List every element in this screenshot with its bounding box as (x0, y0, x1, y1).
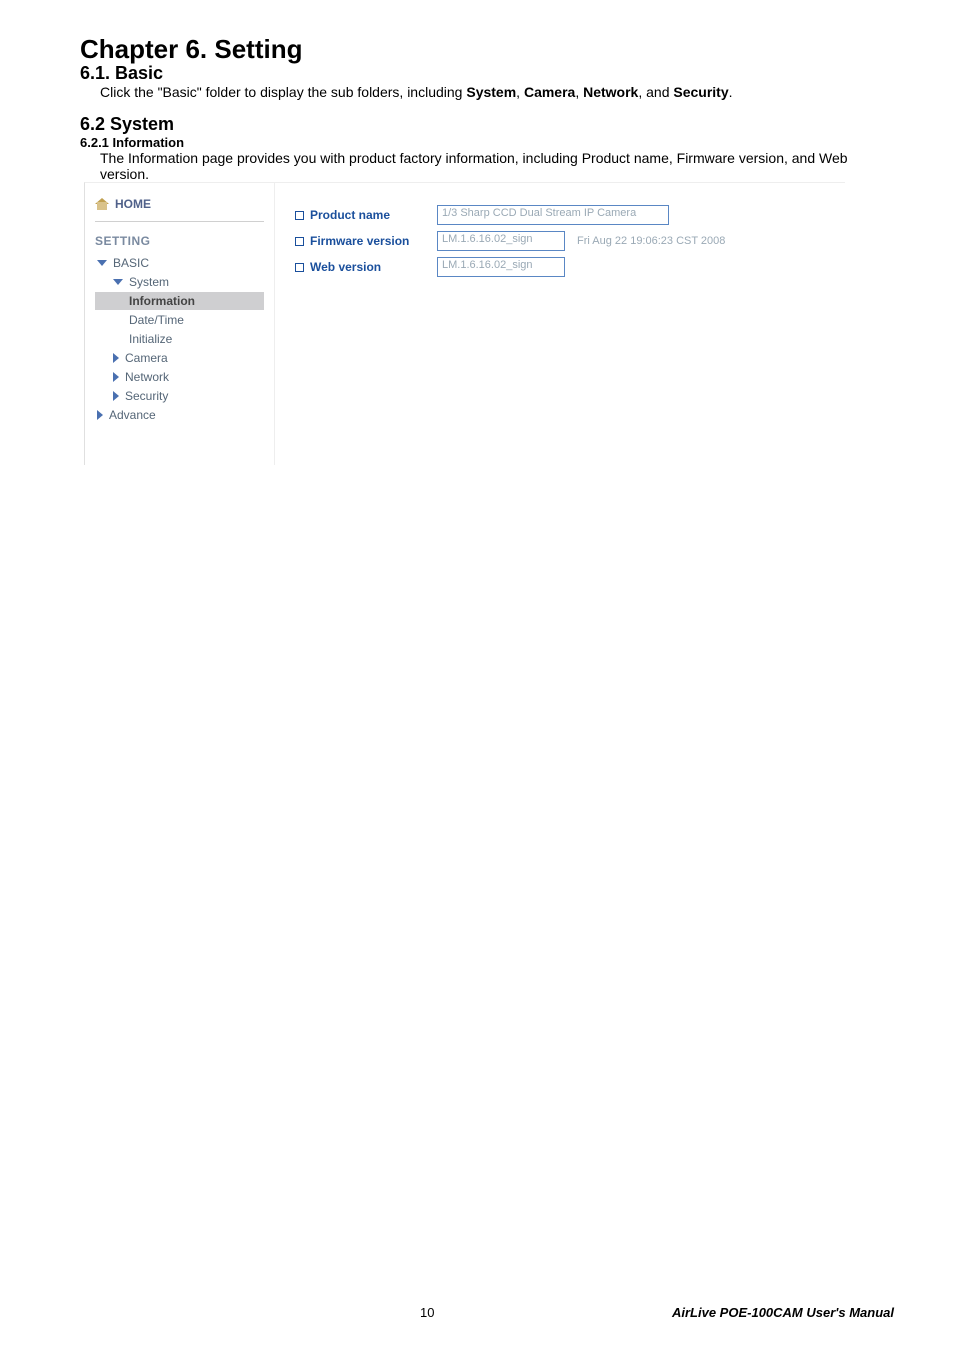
bold-network: Network (583, 84, 638, 100)
nav-basic[interactable]: BASIC (95, 254, 264, 272)
nav-setting-heading: SETTING (95, 234, 264, 248)
nav-initialize[interactable]: Initialize (95, 330, 264, 348)
text: , and (638, 84, 673, 100)
settings-sidebar: HOME SETTING BASIC System Information Da… (85, 183, 275, 465)
nav-camera[interactable]: Camera (95, 349, 264, 367)
chevron-down-icon (97, 260, 107, 266)
row-web-version: Web version LM.1.6.16.02_sign (295, 257, 835, 277)
page-number: 10 (80, 1305, 434, 1320)
chevron-right-icon (113, 353, 119, 363)
nav-camera-label: Camera (125, 351, 168, 365)
square-bullet-icon (295, 263, 304, 272)
square-bullet-icon (295, 237, 304, 246)
row-firmware-version: Firmware version LM.1.6.16.02_sign Fri A… (295, 231, 835, 251)
nav-information-label: Information (129, 294, 195, 308)
nav-advance-label: Advance (109, 408, 156, 422)
nav-basic-label: BASIC (113, 256, 149, 270)
nav-date-time[interactable]: Date/Time (95, 311, 264, 329)
text: , (516, 84, 524, 100)
text: . (729, 84, 733, 100)
bold-security: Security (673, 84, 728, 100)
value-firmware-date: Fri Aug 22 19:06:23 CST 2008 (571, 235, 725, 247)
settings-ui-screenshot: HOME SETTING BASIC System Information Da… (84, 182, 845, 465)
label-product-name-text: Product name (310, 208, 390, 222)
nav-system[interactable]: System (95, 273, 264, 291)
nav-information[interactable]: Information (95, 292, 264, 310)
text: , (575, 84, 583, 100)
bold-camera: Camera (524, 84, 575, 100)
nav-security[interactable]: Security (95, 387, 264, 405)
nav-date-time-label: Date/Time (129, 313, 184, 327)
row-product-name: Product name 1/3 Sharp CCD Dual Stream I… (295, 205, 835, 225)
section-6-1-heading: 6.1. Basic (80, 63, 894, 84)
label-web-version-text: Web version (310, 260, 381, 274)
nav-initialize-label: Initialize (129, 332, 172, 346)
text: Click the "Basic" folder to display the … (100, 84, 466, 100)
nav-system-label: System (129, 275, 169, 289)
label-firmware-version-text: Firmware version (310, 234, 409, 248)
nav-security-label: Security (125, 389, 168, 403)
section-6-2-heading: 6.2 System (80, 114, 894, 135)
section-6-2-1-body: The Information page provides you with p… (80, 150, 894, 182)
chevron-right-icon (113, 391, 119, 401)
square-bullet-icon (295, 211, 304, 220)
label-firmware-version: Firmware version (295, 234, 431, 248)
nav-network-label: Network (125, 370, 169, 384)
page-footer: 10 AirLive POE-100CAM User's Manual (80, 1305, 894, 1320)
home-link[interactable]: HOME (95, 197, 264, 222)
label-web-version: Web version (295, 260, 431, 274)
value-firmware-version: LM.1.6.16.02_sign (437, 231, 565, 251)
section-6-2-1-heading: 6.2.1 Information (80, 135, 894, 150)
value-web-version: LM.1.6.16.02_sign (437, 257, 565, 277)
nav-network[interactable]: Network (95, 368, 264, 386)
section-6-1-body: Click the "Basic" folder to display the … (80, 84, 894, 100)
value-product-name: 1/3 Sharp CCD Dual Stream IP Camera (437, 205, 669, 225)
chevron-down-icon (113, 279, 123, 285)
chevron-right-icon (97, 410, 103, 420)
nav-advance[interactable]: Advance (95, 406, 264, 424)
chapter-title: Chapter 6. Setting (80, 34, 894, 65)
chevron-right-icon (113, 372, 119, 382)
home-label: HOME (115, 197, 151, 211)
bold-system: System (466, 84, 516, 100)
manual-title: AirLive POE-100CAM User's Manual (672, 1305, 894, 1320)
settings-content: Product name 1/3 Sharp CCD Dual Stream I… (275, 183, 845, 465)
label-product-name: Product name (295, 208, 431, 222)
home-icon (95, 198, 109, 210)
